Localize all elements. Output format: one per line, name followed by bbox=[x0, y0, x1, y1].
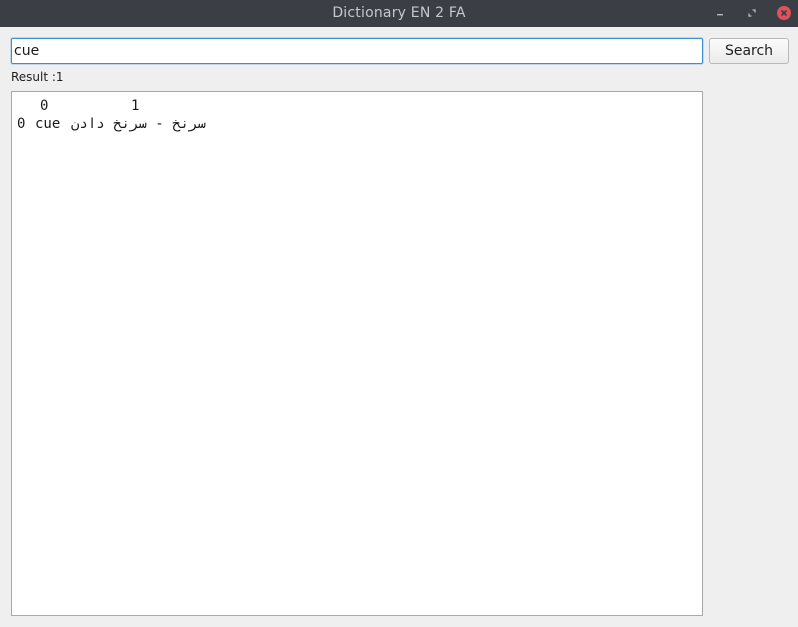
row-meaning: سرنخ - سرنخ دادن bbox=[71, 116, 206, 132]
search-input[interactable] bbox=[11, 38, 703, 64]
window-title: Dictionary EN 2 FA bbox=[332, 5, 466, 21]
close-icon bbox=[777, 6, 791, 20]
row-index: 0 bbox=[17, 116, 26, 132]
minimize-icon bbox=[717, 14, 723, 16]
row-word: cue bbox=[35, 116, 61, 132]
minimize-button[interactable] bbox=[712, 5, 728, 21]
column-header-1: 1 bbox=[131, 98, 140, 114]
maximize-icon bbox=[748, 9, 756, 17]
result-count-label: Result :1 bbox=[11, 70, 64, 84]
close-button[interactable] bbox=[776, 5, 792, 21]
column-header-0: 0 bbox=[40, 98, 49, 114]
search-button[interactable]: Search bbox=[709, 38, 789, 64]
title-bar: Dictionary EN 2 FA bbox=[0, 0, 798, 27]
results-panel[interactable]: 0 1 0 cue سرنخ - سرنخ دادن bbox=[11, 91, 703, 616]
maximize-button[interactable] bbox=[744, 5, 760, 21]
